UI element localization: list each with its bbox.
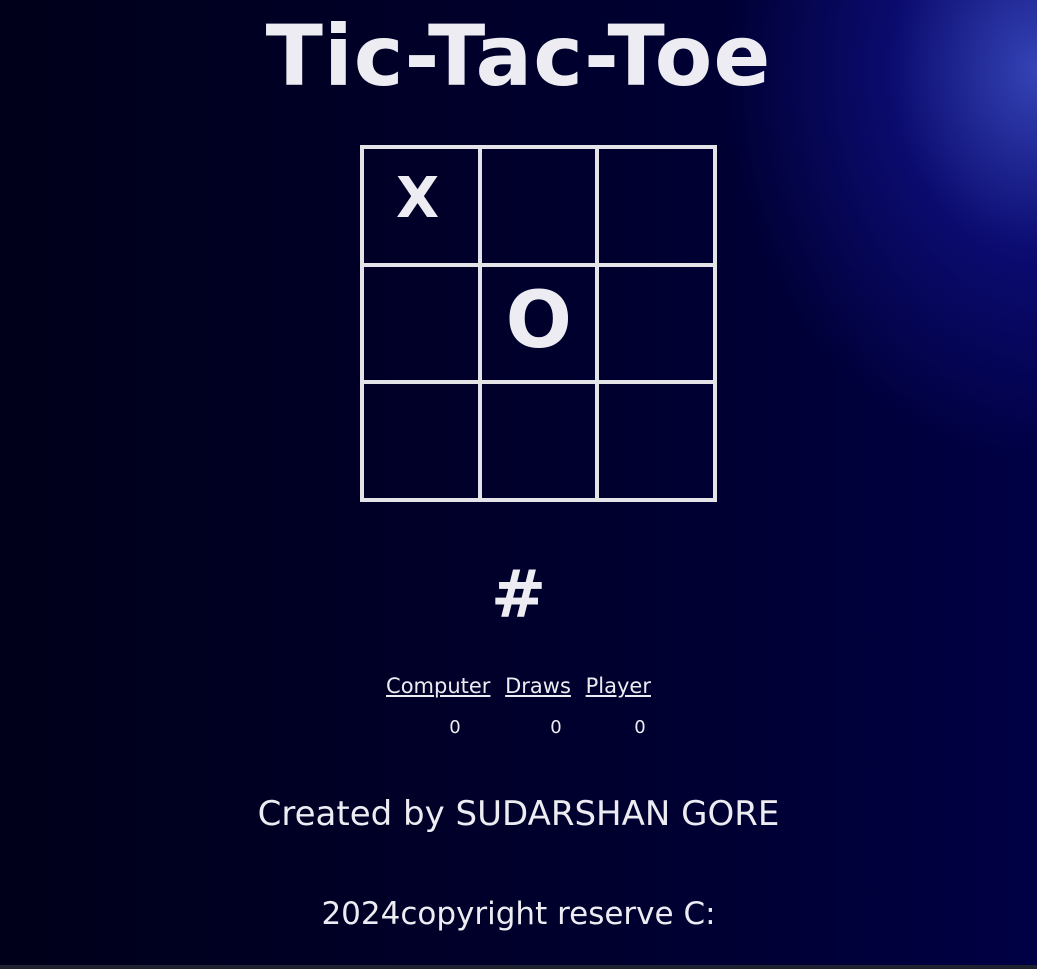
- board-cell-7[interactable]: [362, 382, 480, 500]
- game-title: Tic-Tac-Toe: [265, 7, 772, 105]
- cell-mark: X: [396, 166, 440, 231]
- game-board: X O: [360, 145, 717, 502]
- scoreboard-labels: Computer Draws Player: [0, 672, 1037, 700]
- turn-indicator: #: [490, 556, 547, 633]
- board-cell-6[interactable]: [597, 264, 715, 383]
- board-cell-2[interactable]: [479, 147, 598, 265]
- board-cell-1[interactable]: X: [362, 147, 480, 265]
- board-cell-5[interactable]: O: [479, 264, 598, 383]
- computer-score: 0: [449, 717, 461, 738]
- player-score: 0: [634, 717, 646, 738]
- board-cell-8[interactable]: [479, 382, 598, 500]
- bottom-divider: [0, 965, 1037, 969]
- board-cell-3[interactable]: [597, 147, 715, 265]
- cell-mark: O: [505, 275, 572, 366]
- copyright-text: 2024copyright reserve C:: [321, 896, 716, 932]
- draws-label: Draws: [505, 674, 571, 698]
- player-label: Player: [585, 674, 651, 698]
- computer-label: Computer: [386, 674, 491, 698]
- draws-score: 0: [550, 717, 562, 738]
- credit-text: Created by SUDARSHAN GORE: [257, 794, 780, 834]
- board-cell-9[interactable]: [597, 382, 715, 500]
- board-cell-4[interactable]: [362, 264, 480, 383]
